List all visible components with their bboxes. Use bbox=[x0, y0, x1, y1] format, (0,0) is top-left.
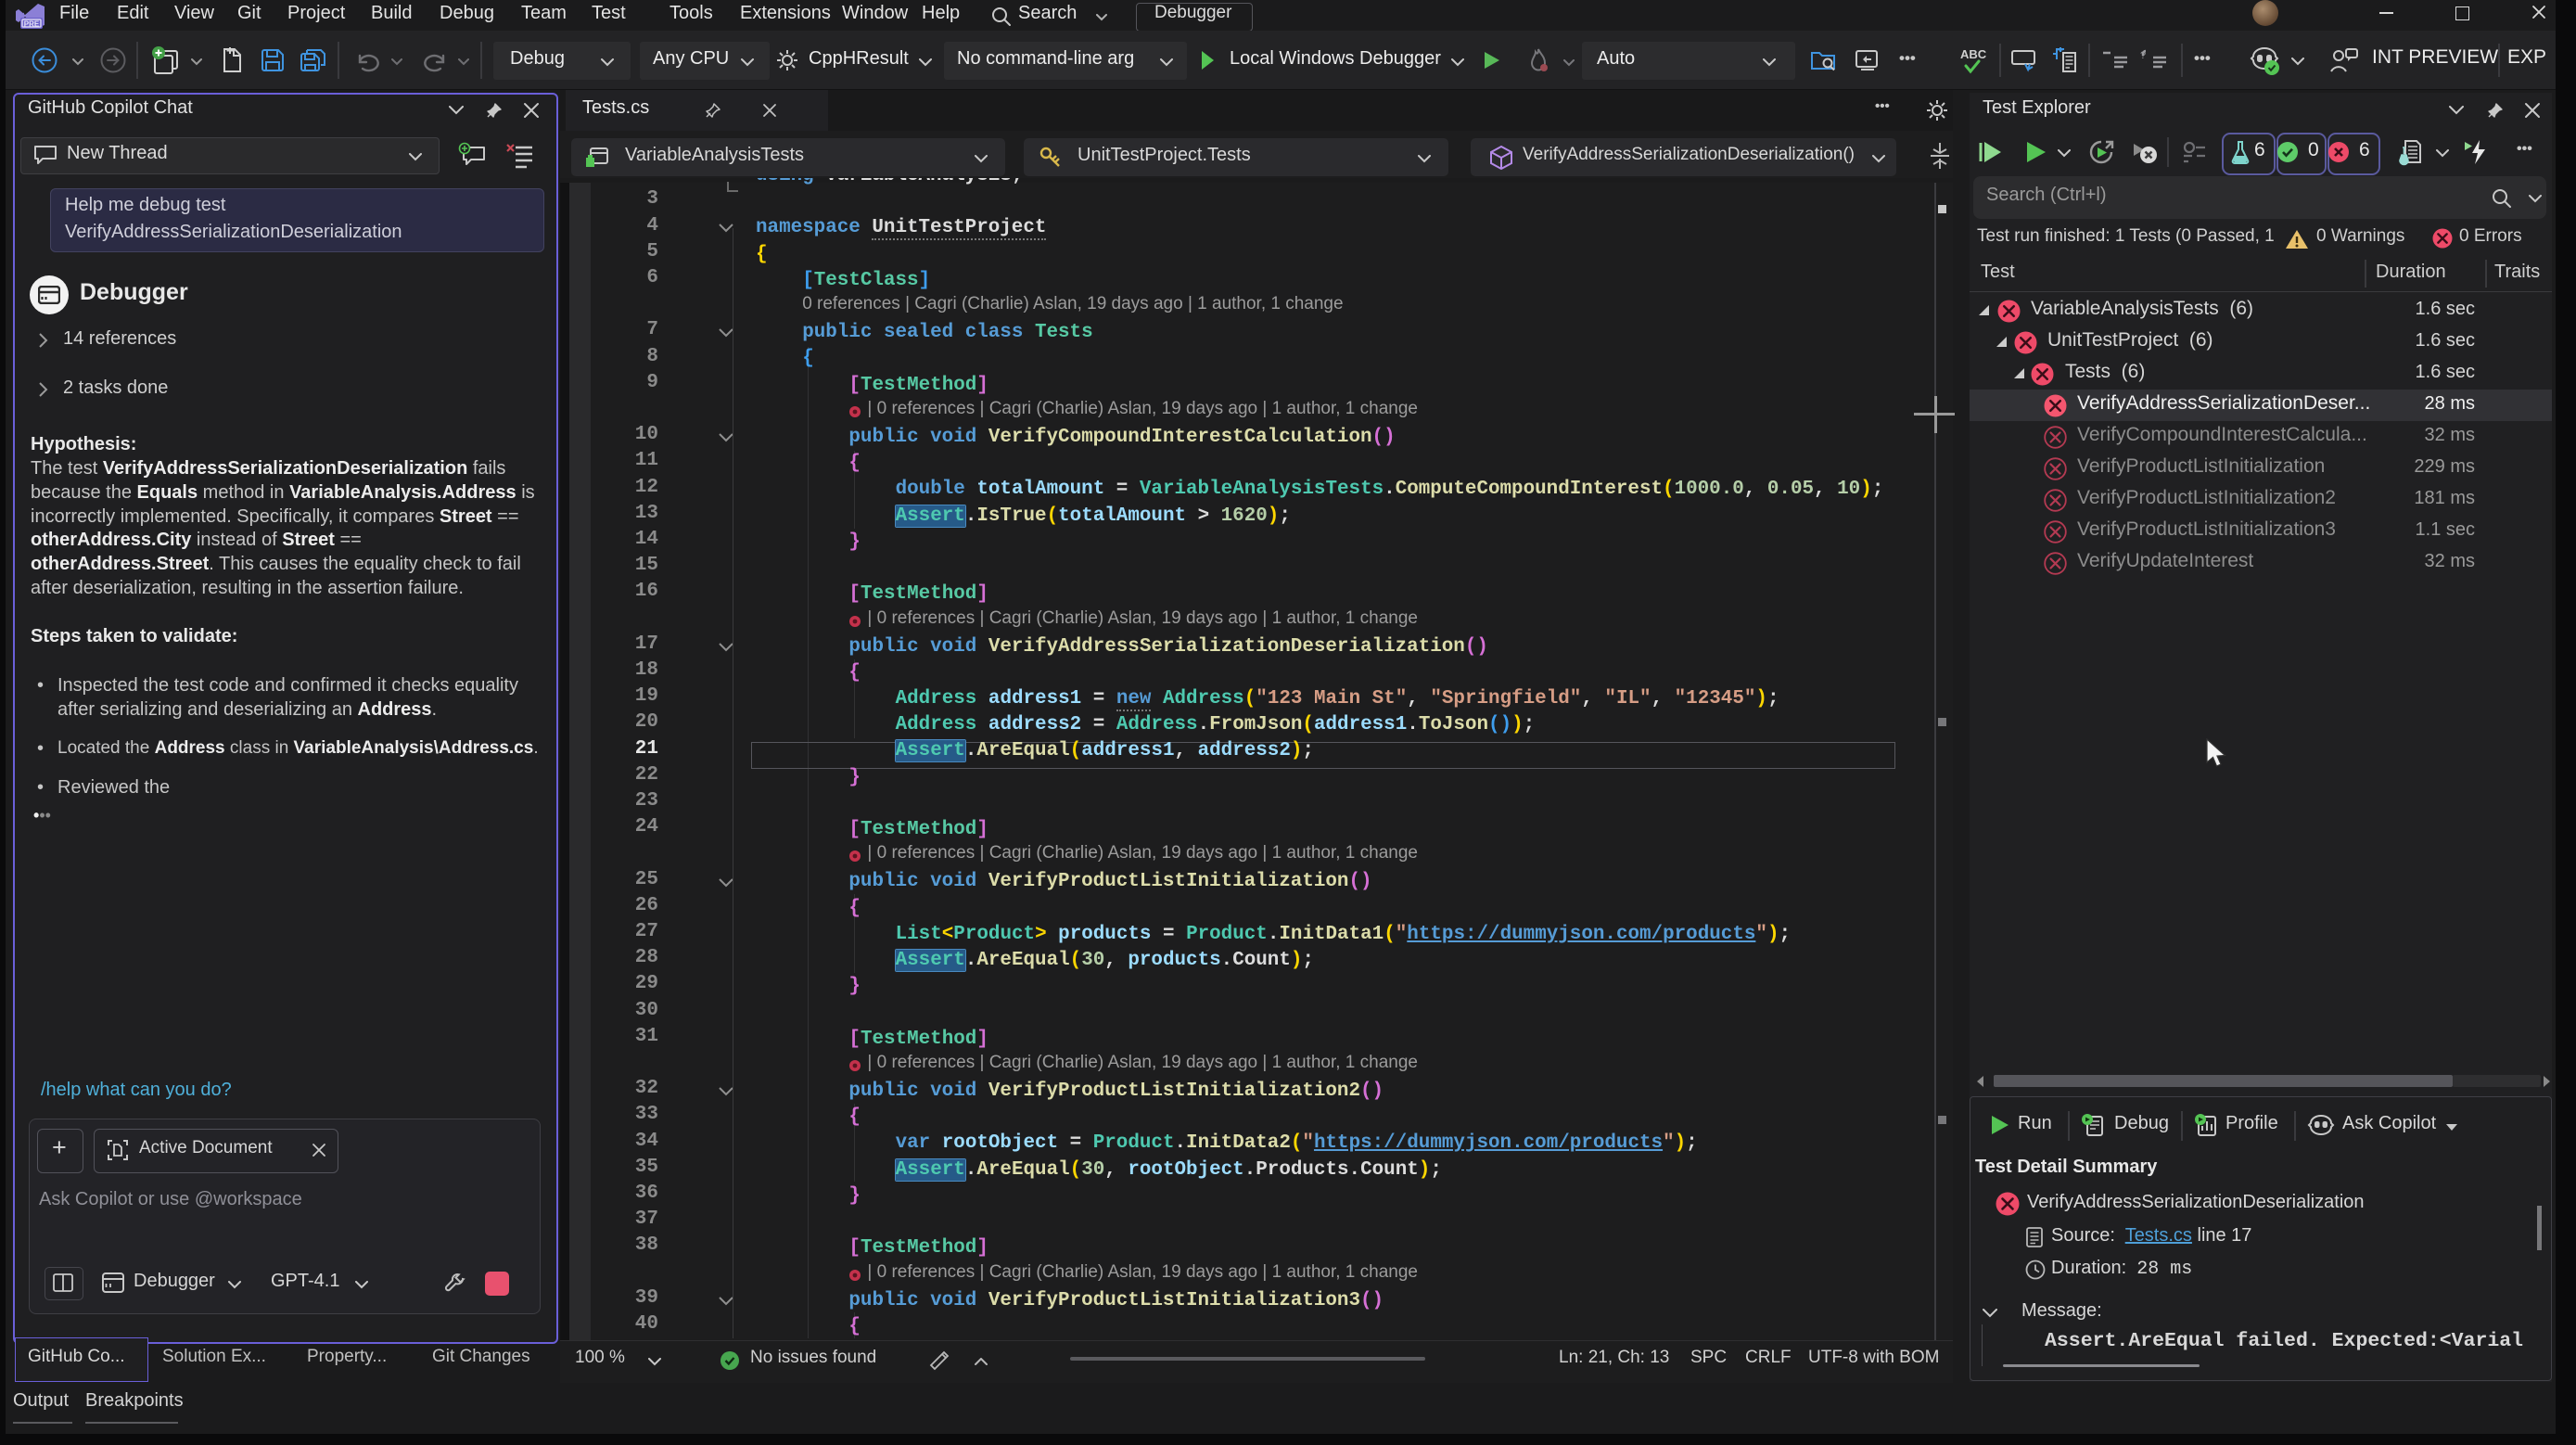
svg-text:?: ? bbox=[2140, 50, 2146, 61]
svg-text:ABC: ABC bbox=[1960, 47, 1987, 61]
svg-text:PRE: PRE bbox=[24, 20, 40, 29]
